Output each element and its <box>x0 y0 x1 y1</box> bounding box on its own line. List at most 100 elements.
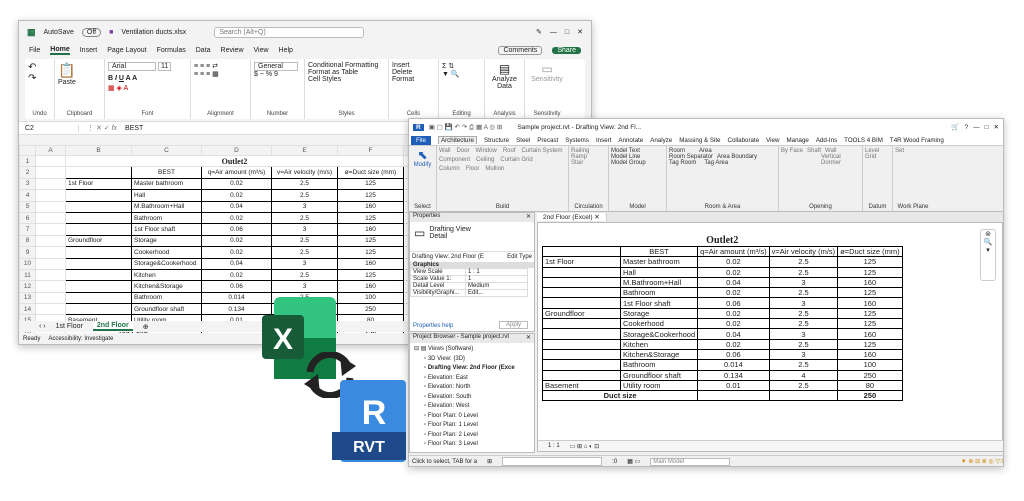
format-as-table-button[interactable]: Format as Table <box>308 69 385 76</box>
row-header[interactable]: 6 <box>19 211 36 225</box>
table-cell[interactable]: 125 <box>337 246 404 259</box>
font-color-icon[interactable]: ▦ ◈ A <box>108 84 187 92</box>
header-cell[interactable]: v=Air velocity (m/s) <box>271 166 338 179</box>
table-cell[interactable]: 160 <box>337 257 404 270</box>
modify-button[interactable]: Modify <box>411 162 434 168</box>
cell[interactable] <box>35 154 66 168</box>
search-input[interactable]: Search (Alt+Q) <box>214 26 365 38</box>
menu-home[interactable]: Home <box>50 46 70 55</box>
cell[interactable] <box>35 189 66 202</box>
row-header[interactable]: 14 <box>19 303 36 316</box>
table-cell[interactable]: 0.02 <box>201 246 272 259</box>
paste-icon[interactable]: 📋 <box>58 62 101 79</box>
close-icon[interactable]: ✕ <box>526 213 531 222</box>
table-cell[interactable]: Kitchen&Storage <box>131 280 202 293</box>
browser-item[interactable]: ▫ Elevation: West <box>414 402 530 412</box>
table-cell[interactable]: 0.06 <box>201 223 272 236</box>
cell[interactable] <box>65 166 132 179</box>
revit-menu-item[interactable]: Insert <box>596 137 611 144</box>
menu-insert[interactable]: Insert <box>80 47 98 54</box>
grid-button[interactable]: Grid <box>865 154 890 160</box>
fill-icon[interactable]: ▼ 🔍 <box>442 70 481 78</box>
font-size-select[interactable]: 11 <box>157 62 172 71</box>
close-icon[interactable]: ✕ <box>526 334 531 343</box>
row-header[interactable]: 1 <box>19 154 36 168</box>
col-header[interactable]: E <box>271 145 338 156</box>
revit-menu-item[interactable]: Annotate <box>618 137 643 144</box>
table-cell[interactable] <box>65 246 132 259</box>
window-button[interactable]: Window <box>475 148 496 154</box>
property-value[interactable]: Medium <box>465 282 528 290</box>
table-cell[interactable]: 0.014 <box>201 291 272 305</box>
bold-italic-underline[interactable]: B I U A A <box>108 75 187 82</box>
table-cell[interactable] <box>65 257 132 270</box>
row-header[interactable]: 10 <box>19 257 36 270</box>
revit-menu-item[interactable]: Precast <box>537 137 558 144</box>
table-cell[interactable]: 100 <box>337 291 404 305</box>
floor-button[interactable]: Floor <box>466 166 480 172</box>
table-cell[interactable]: 160 <box>337 223 404 236</box>
component-button[interactable]: Component <box>439 157 470 163</box>
revit-menu-item[interactable]: Structure <box>484 137 509 144</box>
col-header[interactable]: B <box>65 145 132 156</box>
minimize-icon[interactable]: — <box>550 29 557 36</box>
view-scale[interactable]: 1 : 1 <box>548 443 560 449</box>
analyze-data-icon[interactable]: ▤ <box>488 62 521 76</box>
table-cell[interactable]: 3 <box>271 280 338 293</box>
table-cell[interactable]: 2.5 <box>271 189 338 202</box>
autosave-toggle[interactable]: Off <box>81 27 102 37</box>
main-model-select[interactable]: Main Model <box>650 457 731 466</box>
row-header[interactable]: 7 <box>19 223 36 236</box>
menu-review[interactable]: Review <box>221 47 244 54</box>
ceiling-button[interactable]: Ceiling <box>476 157 494 163</box>
curtain-grid-button[interactable]: Curtain Grid <box>500 157 532 163</box>
table-cell[interactable]: 0.02 <box>201 189 272 202</box>
workset-field[interactable] <box>502 457 603 466</box>
table-cell[interactable]: 125 <box>337 268 404 282</box>
table-cell[interactable]: 160 <box>337 280 404 293</box>
cell[interactable] <box>35 211 66 225</box>
table-cell[interactable]: 0.04 <box>201 257 272 270</box>
revit-menu-item[interactable]: Systems <box>565 137 589 144</box>
table-cell[interactable]: 0.02 <box>201 211 272 225</box>
table-cell[interactable]: 125 <box>337 177 404 191</box>
menu-file[interactable]: File <box>29 47 40 54</box>
row-header[interactable]: 2 <box>19 166 36 179</box>
cell-styles-button[interactable]: Cell Styles <box>308 76 385 83</box>
pen-icon[interactable]: ✎ <box>536 28 542 36</box>
table-cell[interactable]: Bathroom <box>131 211 202 225</box>
stair-button[interactable]: Stair <box>571 160 606 166</box>
table-cell[interactable]: Kitchen <box>131 268 202 282</box>
property-value[interactable]: Edit... <box>465 289 528 297</box>
mullion-button[interactable]: Mullion <box>485 166 504 172</box>
cell[interactable] <box>35 234 66 248</box>
view-control-icons[interactable]: ▭ ⊞ ⌂ ◐ ⊡ <box>570 443 600 450</box>
cell[interactable] <box>35 200 66 213</box>
row-header[interactable]: 9 <box>19 246 36 259</box>
properties-help-link[interactable]: Properties help <box>413 323 453 329</box>
formula-input[interactable]: BEST <box>125 125 143 132</box>
by-face-button[interactable]: By Face <box>781 148 803 154</box>
drawing-area[interactable]: Outlet2 BEST q=Air amount (m³/s) v=Air velo… <box>537 222 1003 452</box>
browser-item[interactable]: ⊟ ▤ Views (Software) <box>414 345 530 355</box>
browser-item[interactable]: ▫ Elevation: East <box>414 374 530 384</box>
help-icon[interactable]: ? <box>964 124 968 131</box>
cell[interactable] <box>35 223 66 236</box>
cell[interactable] <box>35 268 66 282</box>
tag-room-button[interactable]: Tag Room <box>669 160 696 166</box>
minimize-icon[interactable]: — <box>973 124 980 131</box>
menu-view[interactable]: View <box>254 47 269 54</box>
apply-button[interactable]: Apply <box>498 321 528 329</box>
row-header[interactable]: 4 <box>19 189 36 202</box>
menu-help[interactable]: Help <box>279 47 293 54</box>
cell[interactable] <box>35 166 66 179</box>
model-group-button[interactable]: Model Group <box>611 160 664 166</box>
add-sheet-icon[interactable]: ⊕ <box>143 323 149 331</box>
revit-menu-item[interactable]: Manage <box>786 137 808 144</box>
curtain-system-button[interactable]: Curtain System <box>522 148 563 154</box>
fx-icon[interactable]: ⋮ ✕ ✓ fx <box>79 124 125 132</box>
table-cell[interactable]: Bathroom <box>131 291 202 305</box>
row-header[interactable]: 8 <box>19 234 36 248</box>
revit-menu-item[interactable]: Add-Ins <box>816 137 837 144</box>
table-cell[interactable] <box>65 189 132 202</box>
